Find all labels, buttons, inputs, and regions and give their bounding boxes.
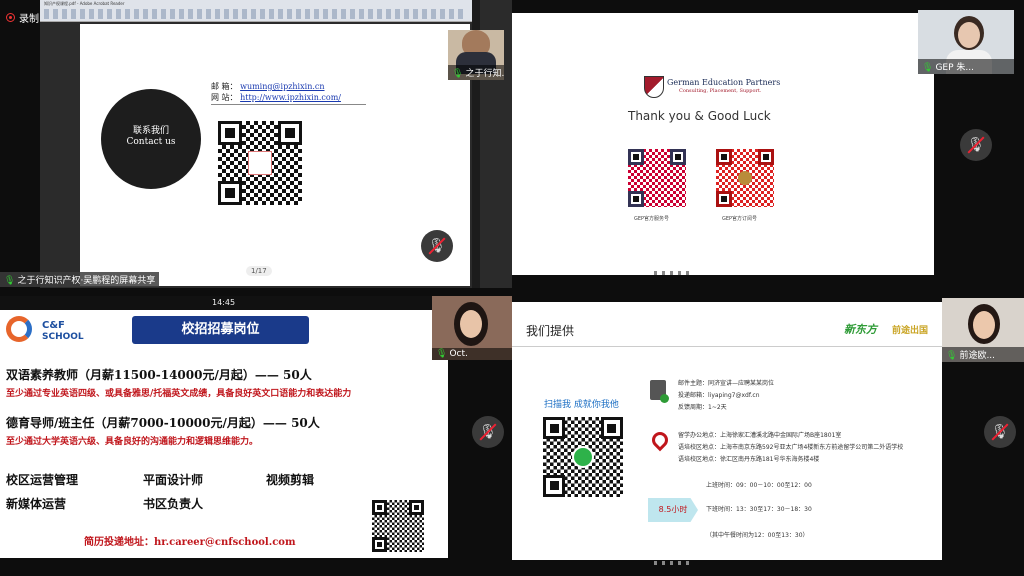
gep-shield-icon <box>644 76 664 98</box>
pagination-dots[interactable] <box>654 561 694 565</box>
presenter-name: 之于行知... <box>465 69 504 79</box>
recording-indicator[interactable]: 录制 <box>6 10 39 25</box>
title-underline <box>512 346 942 347</box>
email-label: 邮 箱： <box>211 82 238 91</box>
address-line: 语培校区地点：徐汇区南丹东路181号华东海务楼4楼 <box>678 456 820 463</box>
record-dot-icon <box>6 13 15 22</box>
email-link[interactable]: wuming@ipzhixin.cn <box>240 82 324 91</box>
pagination-dots[interactable] <box>654 271 694 275</box>
mic-on-icon: 🎙 <box>452 69 464 79</box>
participant-name: 前途欧... <box>959 351 996 361</box>
participant-thumbnail-gep[interactable]: 🎙 GEP 朱... <box>918 10 1014 74</box>
gep-brand: German Education Partners <box>667 78 781 87</box>
contact-circle: 联系我们 Contact us <box>101 89 201 189</box>
cnf-logo-top: C&F <box>42 320 65 331</box>
mail-line: 投递邮箱：liyaping7@xdf.cn <box>678 392 760 399</box>
job-title-2: 德育导师/班主任（月薪7000-10000元/月起）—— 50人 <box>6 416 320 430</box>
record-label: 录制 <box>19 14 39 25</box>
recruit-banner: 校招招募岗位 <box>132 316 309 344</box>
wechat-qr-code <box>540 414 626 500</box>
scan-slogan: 扫描我 成就你我他 <box>544 400 619 410</box>
cnf-logo-bottom: SCHOOL <box>42 332 84 342</box>
job-title-1: 双语素养教师（月薪11500-14000元/月起）—— 50人 <box>6 368 312 382</box>
phone-status-bar: 14:45 33 <box>0 296 448 310</box>
email-row: 邮 箱： wuming@ipzhixin.cn <box>211 81 325 92</box>
contact-qr-code <box>214 117 306 209</box>
pdf-window-title: 知识产权课程.pdf - Adobe Acrobat Reader <box>44 1 125 6</box>
screen-share-label: 🎙 之于行知识产权·吴鹏程的屏幕共享 <box>0 272 160 287</box>
contact-circle-cn: 联系我们 <box>132 126 169 136</box>
role-item: 平面设计师 <box>143 473 204 487</box>
wechat-icon <box>571 445 595 469</box>
location-pin-icon <box>648 428 672 452</box>
mic-on-icon: 🎙 <box>4 276 16 286</box>
role-item: 视频剪辑 <box>266 473 315 487</box>
mic-muted-icon[interactable]: 🎙 <box>472 416 504 448</box>
resume-address: 简历投递地址：hr.career@cnfschool.com <box>84 537 296 548</box>
qr-center-logo-icon <box>248 151 272 175</box>
qiantu-logo: 前途出国 <box>892 326 929 336</box>
mic-muted-icon[interactable]: 🎙 <box>960 129 992 161</box>
gep-service-qr-label: GEP官方服务号 <box>634 216 670 222</box>
offer-title: 我们提供 <box>526 324 575 338</box>
gep-subscription-qr <box>714 147 776 209</box>
mic-muted-icon[interactable]: 🎙 <box>984 416 1016 448</box>
participant-name: GEP 朱... <box>935 63 974 73</box>
site-row: 网 站： http://www.ipzhixin.com/ <box>211 92 341 103</box>
video-tile-bottom-left[interactable]: 14:45 33 C&F SCHOOL 校招招募岗位 双语素养教师（月薪1150… <box>0 296 448 558</box>
mic-on-icon: 🎙 <box>922 63 934 73</box>
gep-service-qr <box>626 147 688 209</box>
xdf-logo: 新东方 <box>844 323 877 336</box>
job-req-1: 至少通过专业英语四级、或具备雅思/托福英文成绩，具备良好英文口语能力和表达能力 <box>6 389 352 399</box>
thank-you-text: Thank you & Good Luck <box>628 109 771 123</box>
mic-muted-icon[interactable]: 🎙 <box>421 230 453 262</box>
job-req-2: 至少通过大学英语六级、具备良好的沟通能力和逻辑思维能力。 <box>6 437 259 447</box>
mic-on-icon: 🎙 <box>436 349 448 359</box>
site-link[interactable]: http://www.ipzhixin.com/ <box>240 93 341 102</box>
site-label: 网 站： <box>211 93 238 102</box>
video-tile-top-left[interactable]: 知识产权课程.pdf - Adobe Acrobat Reader 联系我们 C… <box>40 0 512 288</box>
cnf-logo-icon <box>6 316 32 342</box>
participant-name: Oct. <box>449 349 468 359</box>
presenter-thumbnail[interactable]: 🎙之于行知... <box>448 30 504 80</box>
hours-badge: 8.5小时 <box>648 498 698 522</box>
mic-on-icon: 🎙 <box>946 351 958 361</box>
mail-line: 反馈周期：1~2天 <box>678 404 727 411</box>
address-line: 语培校区地点：上海市南京东路592号亚太广场4楼新东方前途留学公司第二外语学校 <box>678 444 904 451</box>
video-tile-top-right[interactable]: German Education Partners Consulting, Pl… <box>512 13 934 275</box>
cnf-qr-code <box>370 498 426 554</box>
pdf-page: 联系我们 Contact us 邮 箱： wuming@ipzhixin.cn … <box>80 24 470 286</box>
hours-line: 下班时间：13：30至17：30－18：30 <box>706 506 812 513</box>
status-time: 14:45 <box>212 298 236 307</box>
divider <box>211 104 366 105</box>
pdf-toolbar <box>44 9 464 19</box>
mail-line: 邮件主题：同济宣讲—应聘某某岗位 <box>678 380 775 387</box>
video-conference: 录制 知识产权课程.pdf - Adobe Acrobat Reader 联系我… <box>0 0 1024 576</box>
pdf-window-titlebar: 知识产权课程.pdf - Adobe Acrobat Reader <box>40 0 472 22</box>
address-line: 留学办公地点：上海徐家汇漕溪北路中金国际广场B座1801室 <box>678 432 842 439</box>
hours-line: 上班时间：09：00－10：00至12：00 <box>706 482 812 489</box>
participant-thumbnail-oct[interactable]: 🎙 Oct. <box>432 296 512 360</box>
participant-thumbnail-qiantu[interactable]: 🎙 前途欧... <box>942 298 1024 362</box>
role-item: 书区负责人 <box>143 497 204 511</box>
hours-line: （其中午餐时间为12：00至13：30） <box>706 532 809 539</box>
video-tile-bottom-right[interactable]: 我们提供 新东方 前途出国 扫描我 成就你我他 邮件主题：同济宣讲—应聘某某岗位… <box>512 302 942 560</box>
gep-logo <box>644 76 664 98</box>
screen-share-text: 之于行知识产权·吴鹏程的屏幕共享 <box>17 276 156 286</box>
gep-subscription-qr-label: GEP官方订阅号 <box>722 216 758 222</box>
role-item: 新媒体运营 <box>6 497 67 511</box>
cnf-logo <box>6 316 36 346</box>
role-item: 校区运营管理 <box>6 473 79 487</box>
contact-circle-en: Contact us <box>126 137 176 147</box>
gep-brand-sub: Consulting, Placement, Support. <box>679 88 762 94</box>
page-indicator: 1/17 <box>246 266 272 276</box>
document-icon <box>650 380 669 403</box>
